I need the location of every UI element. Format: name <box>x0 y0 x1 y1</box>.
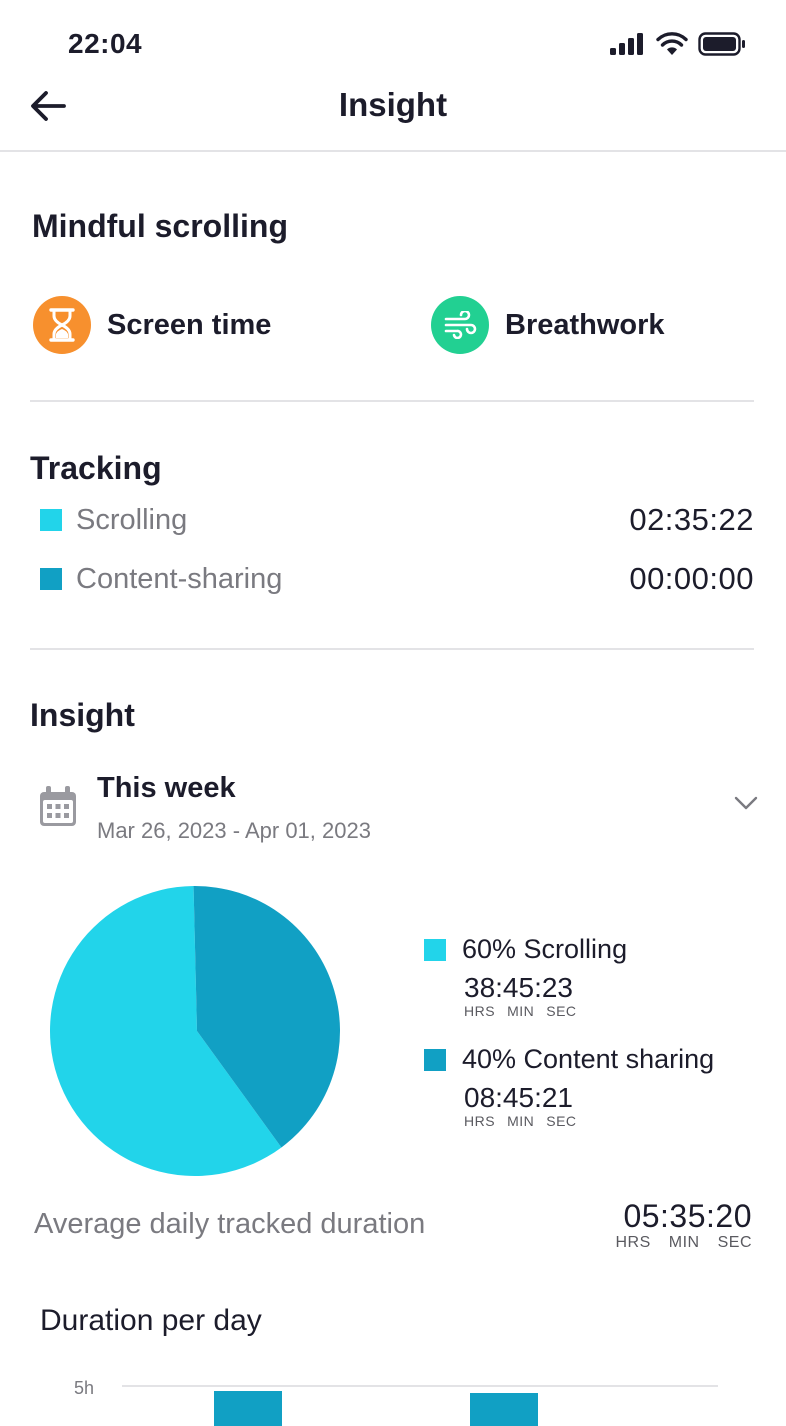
average-duration-value: 05:35:20 HRS MIN SEC <box>615 1198 752 1252</box>
duration-bar-chart: 5h <box>74 1378 718 1426</box>
tracking-title: Tracking <box>30 450 162 486</box>
screen-time-label: Screen time <box>107 308 272 341</box>
pie-chart <box>50 886 341 1176</box>
page-title: Insight <box>338 86 448 123</box>
tracking-row-scrolling: Scrolling 02:35:22 <box>40 502 754 538</box>
bar <box>214 1391 282 1426</box>
period-title: This week <box>97 772 236 804</box>
unit-sec: SEC <box>717 1234 752 1251</box>
breathwork-button[interactable]: Breathwork <box>431 296 665 354</box>
breathwork-badge <box>431 296 489 354</box>
unit-sec: SEC <box>546 1003 577 1019</box>
status-icons <box>610 30 746 58</box>
unit-sec: SEC <box>546 1113 577 1129</box>
unit-hrs: HRS <box>615 1234 651 1251</box>
average-duration-label: Average daily tracked duration <box>34 1208 426 1240</box>
legend-time: 38:45:23 <box>464 972 573 1003</box>
duration-per-day-title: Duration per day <box>40 1304 262 1337</box>
wind-icon <box>444 311 477 339</box>
unit-min: MIN <box>507 1003 535 1019</box>
unit-min: MIN <box>507 1113 535 1129</box>
bar <box>470 1393 538 1426</box>
time-units: HRS MIN SEC <box>464 1003 627 1019</box>
chevron-down-icon <box>734 796 758 810</box>
phone-screen: 22:04 Insight Mindful scrolling Screen t… <box>0 0 786 1426</box>
time-units: HRS MIN SEC <box>464 1113 714 1129</box>
unit-hrs: HRS <box>464 1003 496 1019</box>
legend-label: 40% Content sharing <box>462 1044 715 1074</box>
screen-time-badge <box>33 296 91 354</box>
mindful-scrolling-title: Mindful scrolling <box>32 208 288 244</box>
legend-time: 08:45:21 <box>464 1082 573 1113</box>
tracking-value: 00:00:00 <box>629 561 754 596</box>
tracking-row-content-sharing: Content-sharing 00:00:00 <box>40 561 754 597</box>
tracking-value: 02:35:22 <box>629 502 754 537</box>
legend-item-content-sharing: 40% Content sharing 08:45:21 HRS MIN SEC <box>424 1044 714 1129</box>
legend-label: 60% Scrolling <box>462 934 628 964</box>
screen-time-button[interactable]: Screen time <box>33 296 271 354</box>
cellular-signal-icon <box>610 33 643 55</box>
section-divider <box>30 400 754 402</box>
unit-min: MIN <box>668 1234 700 1251</box>
unit-hrs: HRS <box>464 1113 496 1129</box>
status-time: 22:04 <box>68 28 143 59</box>
wifi-icon <box>656 32 688 55</box>
tracking-label: Content-sharing <box>76 562 283 595</box>
tracking-label: Scrolling <box>76 503 188 536</box>
section-divider <box>30 648 754 650</box>
period-dates: Mar 26, 2023 - Apr 01, 2023 <box>97 818 371 843</box>
breathwork-label: Breathwork <box>505 308 665 341</box>
hourglass-icon <box>49 308 75 342</box>
period-selector[interactable]: This week Mar 26, 2023 - Apr 01, 2023 <box>38 772 758 852</box>
y-tick-label: 5h <box>74 1378 94 1398</box>
time-units: HRS MIN SEC <box>615 1234 752 1252</box>
legend-swatch <box>424 1048 446 1071</box>
scrolling-color-swatch <box>40 509 62 531</box>
legend-item-scrolling: 60% Scrolling 38:45:23 HRS MIN SEC <box>424 934 627 1019</box>
battery-icon <box>698 32 745 56</box>
content-sharing-color-swatch <box>40 568 62 590</box>
average-time: 05:35:20 <box>623 1198 752 1234</box>
legend-swatch <box>424 938 446 961</box>
insight-title: Insight <box>30 697 135 733</box>
header-divider <box>0 150 786 152</box>
calendar-icon <box>40 786 76 826</box>
